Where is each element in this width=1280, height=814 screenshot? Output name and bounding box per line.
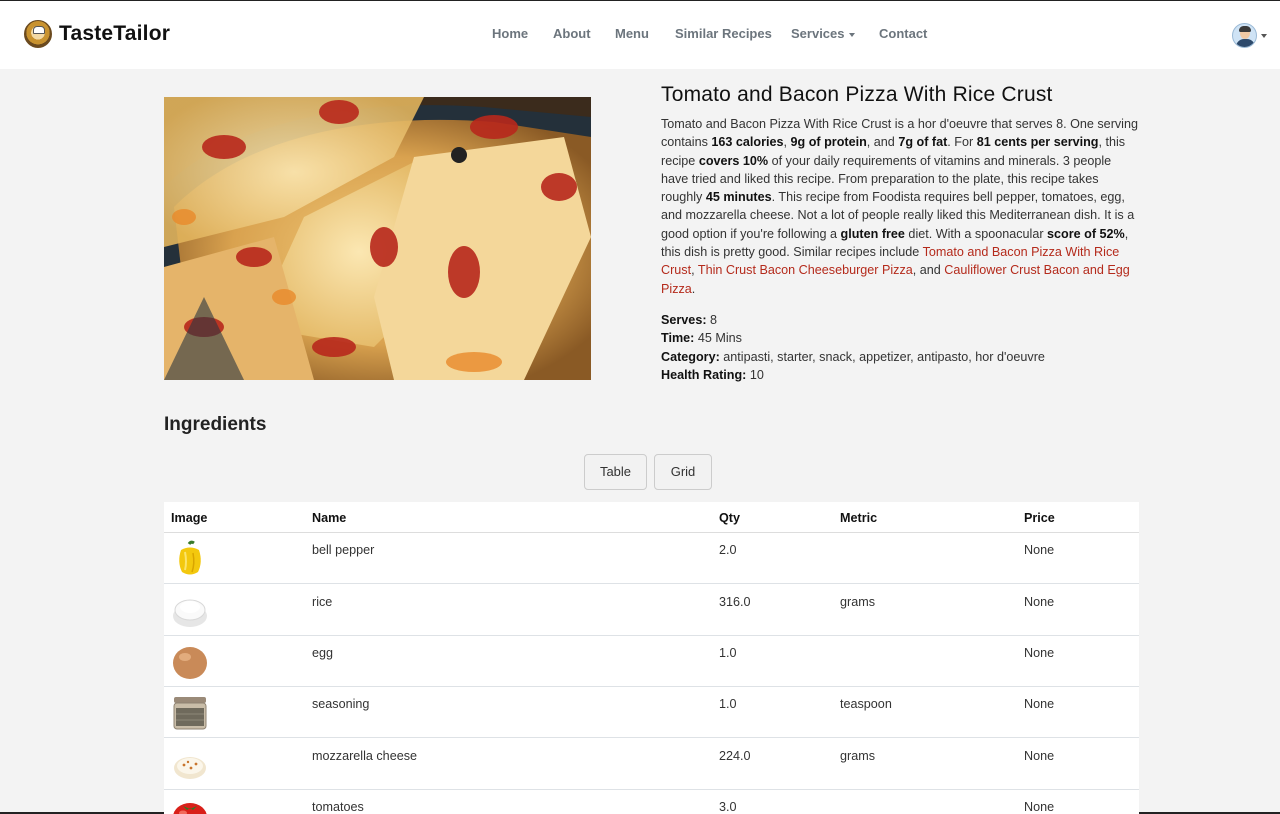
ingredient-metric: grams [840,595,875,609]
fact-category: Category: antipasti, starter, snack, app… [661,348,1045,366]
ingredient-qty: 2.0 [719,543,737,557]
table-row: rice 316.0 grams None [164,585,1139,636]
summary-text: , and [866,135,899,150]
nav-links: Home About Menu Similar Recipes Services… [0,26,1280,46]
ingredient-price: None [1024,543,1055,557]
nav-similar-recipes[interactable]: Similar Recipes [675,26,772,41]
similar-recipe-link[interactable]: Thin Crust Bacon Cheeseburger Pizza [698,263,913,277]
summary-fat: 7g of fat [898,135,948,150]
summary-gluten-free: gluten free [840,226,905,241]
recipe-summary: Tomato and Bacon Pizza With Rice Crust i… [661,115,1139,298]
summary-protein: 9g of protein [790,135,867,150]
ingredient-qty: 1.0 [719,697,737,711]
fact-label: Category: [661,349,720,364]
summary-calories: 163 calories [711,135,784,150]
tomato-icon [173,803,207,814]
nav-about[interactable]: About [553,26,591,41]
table-row: egg 1.0 None [164,636,1139,687]
recipe-image [164,97,591,380]
navbar: TasteTailor Home About Menu Similar Reci… [0,1,1280,69]
chevron-down-icon [848,32,855,37]
column-header-price: Price [1024,511,1055,525]
recipe-title: Tomato and Bacon Pizza With Rice Crust [661,83,1053,106]
ingredient-metric: grams [840,749,875,763]
fact-value: antipasti, starter, snack, appetizer, an… [719,349,1045,364]
nav-services-label: Services [791,26,845,41]
ingredient-qty: 3.0 [719,800,737,814]
nav-contact[interactable]: Contact [879,26,927,41]
summary-time: 45 minutes [705,190,772,205]
fact-value: 45 Mins [694,331,742,346]
column-header-name: Name [312,511,347,525]
ingredient-price: None [1024,595,1055,609]
fact-health-rating: Health Rating: 10 [661,366,1045,384]
fact-label: Health Rating: [661,367,747,382]
summary-text: . [691,281,696,296]
table-row: tomatoes 3.0 None [164,790,1139,814]
column-header-image: Image [171,511,208,525]
ingredient-qty: 224.0 [719,749,751,763]
ingredient-metric: teaspoon [840,697,892,711]
fact-label: Serves: [661,313,707,327]
table-view-button[interactable]: Table [584,454,647,490]
user-menu[interactable] [1232,23,1267,48]
nav-menu[interactable]: Menu [615,26,649,41]
fact-serves: Serves: 8 [661,311,1045,329]
summary-text: diet. With a spoonacular [904,226,1048,241]
ingredient-name: bell pepper [312,543,375,557]
seasoning-jar-icon [173,697,207,730]
summary-text: , [783,135,791,150]
ingredients-table: Image Name Qty Metric Price bell pepper … [164,502,1139,814]
egg-icon [173,647,207,679]
ingredient-price: None [1024,646,1055,660]
column-header-metric: Metric [840,511,878,525]
recipe-facts: Serves: 8 Time: 45 Mins Category: antipa… [661,311,1045,384]
table-row: mozzarella cheese 224.0 grams None [164,739,1139,790]
column-header-qty: Qty [719,511,740,525]
table-row: seasoning 1.0 teaspoon None [164,687,1139,738]
rice-icon [173,599,207,627]
summary-text: . For [947,135,977,150]
ingredient-qty: 316.0 [719,595,751,609]
mozzarella-icon [174,757,206,779]
ingredient-name: rice [312,595,333,609]
summary-text: , [691,263,698,278]
summary-cost: 81 cents per serving [976,135,1099,150]
fact-time: Time: 45 Mins [661,329,1045,347]
nav-home[interactable]: Home [492,26,528,41]
bell-pepper-icon [179,540,201,575]
ingredient-name: mozzarella cheese [312,749,417,763]
ingredient-name: tomatoes [312,800,364,814]
grid-view-button[interactable]: Grid [654,454,712,490]
summary-score: score of 52% [1047,226,1125,241]
ingredient-qty: 1.0 [719,646,737,660]
fact-value: 10 [746,367,764,382]
ingredient-price: None [1024,749,1055,763]
table-row: bell pepper 2.0 None [164,533,1139,584]
ingredients-heading: Ingredients [164,414,267,435]
ingredient-name: seasoning [312,697,370,711]
ingredient-price: None [1024,697,1055,711]
ingredient-name: egg [312,646,334,660]
fact-label: Time: [661,331,695,346]
avatar [1232,23,1257,48]
ingredient-price: None [1024,800,1055,814]
summary-text: , and [912,263,945,278]
chevron-down-icon [1261,33,1267,38]
nav-services-dropdown[interactable]: Services [791,26,855,41]
summary-covers: covers 10% [698,153,769,168]
fact-value: 8 [706,313,718,327]
